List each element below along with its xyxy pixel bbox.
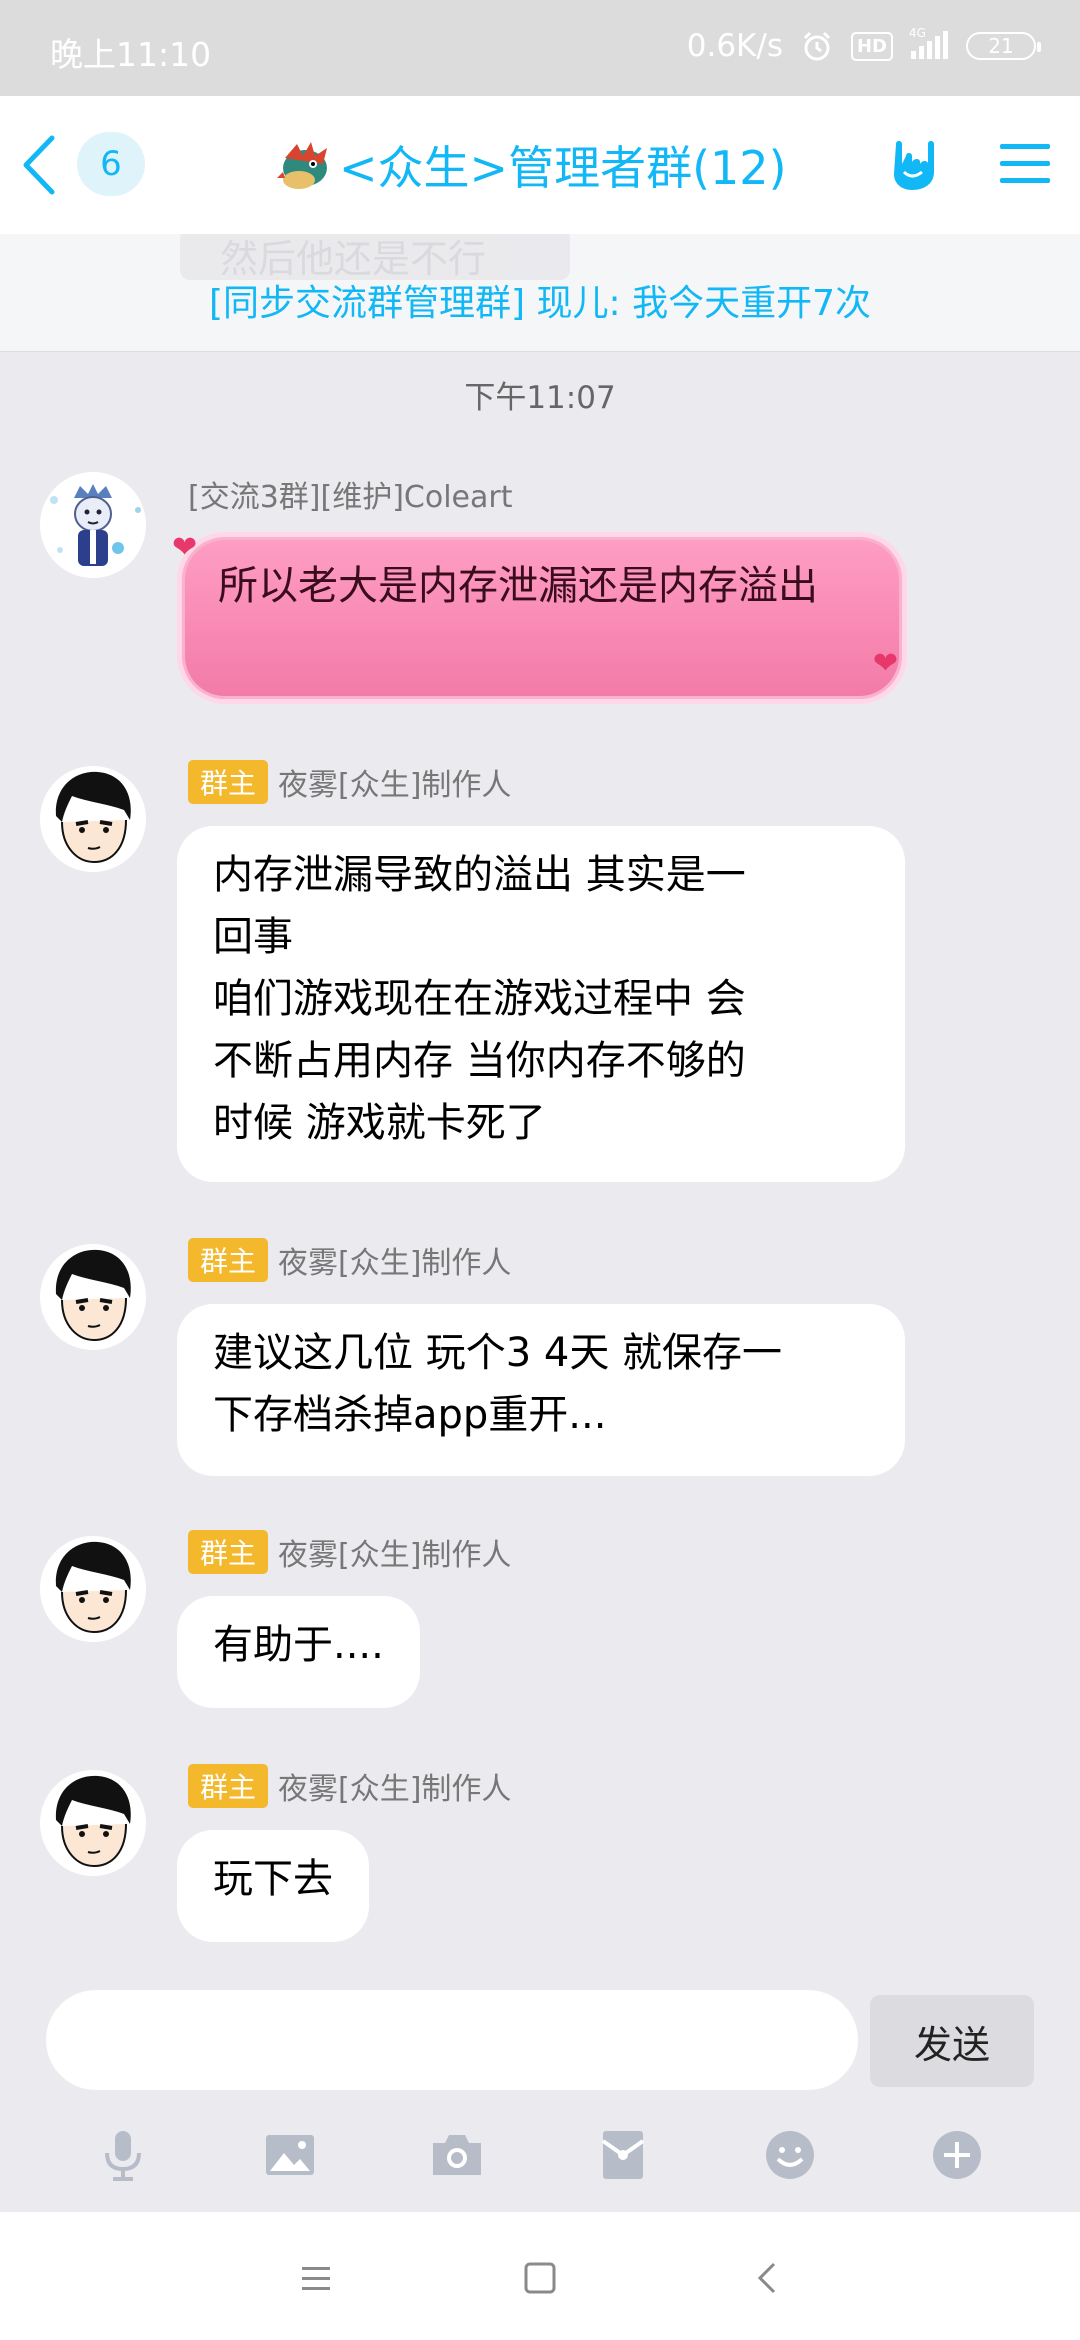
message-bubble[interactable]: 内存泄漏导致的溢出 其实是一 回事 咱们游戏现在在游戏过程中 会 不断占用内存 … [177,826,905,1182]
system-nav-bar [0,2212,1080,2340]
avatar[interactable] [38,470,148,580]
network-speed: 0.6K/s [686,28,783,64]
sender-name[interactable]: [交流3群][维护]Coleart [188,472,512,516]
dragon-logo-icon [277,142,327,189]
message-text: 玩下去 [213,1856,333,1902]
avatar[interactable] [38,1768,148,1878]
avatar[interactable] [38,764,148,874]
owner-badge: 群主 [188,1238,269,1282]
image-icon[interactable] [260,2125,320,2185]
red-packet-icon[interactable] [593,2125,653,2185]
status-time: 晚上11:10 [50,35,212,74]
avatar[interactable] [38,1534,148,1644]
sender-name-text: 夜雾[众生]制作人 [278,1772,512,1807]
group-name: <众生>管理者群(12) [339,141,787,195]
message-line: 下存档杀掉app重开... [213,1392,607,1438]
message-line: 内存泄漏导致的溢出 其实是一 [213,852,746,898]
menu-icon[interactable] [998,140,1052,188]
back-arrow-icon[interactable] [14,132,64,198]
input-toolbar [0,2105,1080,2205]
message-text: 所以老大是内存泄漏还是内存溢出 [218,563,818,609]
sender-name[interactable]: 群主 夜雾[众生]制作人 [188,1530,511,1574]
group-title[interactable]: <众生>管理者群(12) [275,132,787,198]
sender-name[interactable]: 群主 夜雾[众生]制作人 [188,1238,511,1282]
microphone-icon[interactable] [93,2125,153,2185]
camera-icon[interactable] [427,2125,487,2185]
hand-gesture-icon[interactable] [882,134,942,194]
battery-icon: 21 [966,32,1041,60]
sender-name-text: 夜雾[众生]制作人 [278,1246,512,1281]
avatar[interactable] [38,1242,148,1352]
owner-badge: 群主 [188,1764,269,1808]
message-line: 时候 游戏就卡死了 [213,1100,546,1146]
emoji-icon[interactable] [760,2125,820,2185]
message-bubble[interactable]: 有助于.... [177,1596,420,1708]
alarm-icon [803,31,831,61]
notice-text: [同步交流群管理群] 现儿: 我今天重开7次 [208,283,871,324]
battery-level: 21 [988,34,1014,58]
message-bubble[interactable]: 所以老大是内存泄漏还是内存溢出 ❤ ❤ [172,530,907,704]
sync-notice-bar[interactable]: 然后他还是不行 [同步交流群管理群] 现儿: 我今天重开7次 [0,234,1080,352]
sender-name-text: 夜雾[众生]制作人 [278,1538,512,1573]
message-line: 回事 [213,914,293,960]
sender-name-text: 夜雾[众生]制作人 [278,768,512,803]
status-bar: 晚上11:10 0.6K/s HD 4G 21 [0,0,1080,96]
back-icon[interactable] [748,2258,788,2298]
message-line: 建议这几位 玩个3 4天 就保存一 [213,1330,783,1376]
message-line: 不断占用内存 当你内存不够的 [213,1038,746,1084]
owner-badge: 群主 [188,760,269,804]
plus-icon[interactable] [927,2125,987,2185]
message-bubble[interactable]: 建议这几位 玩个3 4天 就保存一 下存档杀掉app重开... [177,1304,905,1476]
hd-icon: HD [850,31,893,61]
heart-icon: ❤ [872,646,898,681]
sender-name[interactable]: 群主 夜雾[众生]制作人 [188,1764,511,1808]
chat-header: 6 <众生>管理者群(12) [0,96,1080,234]
owner-badge: 群主 [188,1530,269,1574]
message-input[interactable] [46,1990,858,2090]
recent-apps-icon[interactable] [296,2258,336,2298]
message-text: 有助于.... [213,1622,384,1668]
message-bubble[interactable]: 玩下去 [177,1830,369,1942]
signal-icon: 4G [909,27,948,59]
unread-count-badge[interactable]: 6 [77,132,145,196]
network-type: 4G [909,26,926,40]
message-line: 咱们游戏现在在游戏过程中 会 [213,976,746,1022]
heart-icon: ❤ [172,530,198,565]
send-button[interactable]: 发送 [870,1995,1034,2087]
sender-name-text: [交流3群][维护]Coleart [188,480,513,515]
home-icon[interactable] [520,2258,560,2298]
status-icons: 0.6K/s HD 4G 21 [686,27,1041,64]
sender-name[interactable]: 群主 夜雾[众生]制作人 [188,760,511,804]
time-divider: 下午11:07 [464,380,616,416]
